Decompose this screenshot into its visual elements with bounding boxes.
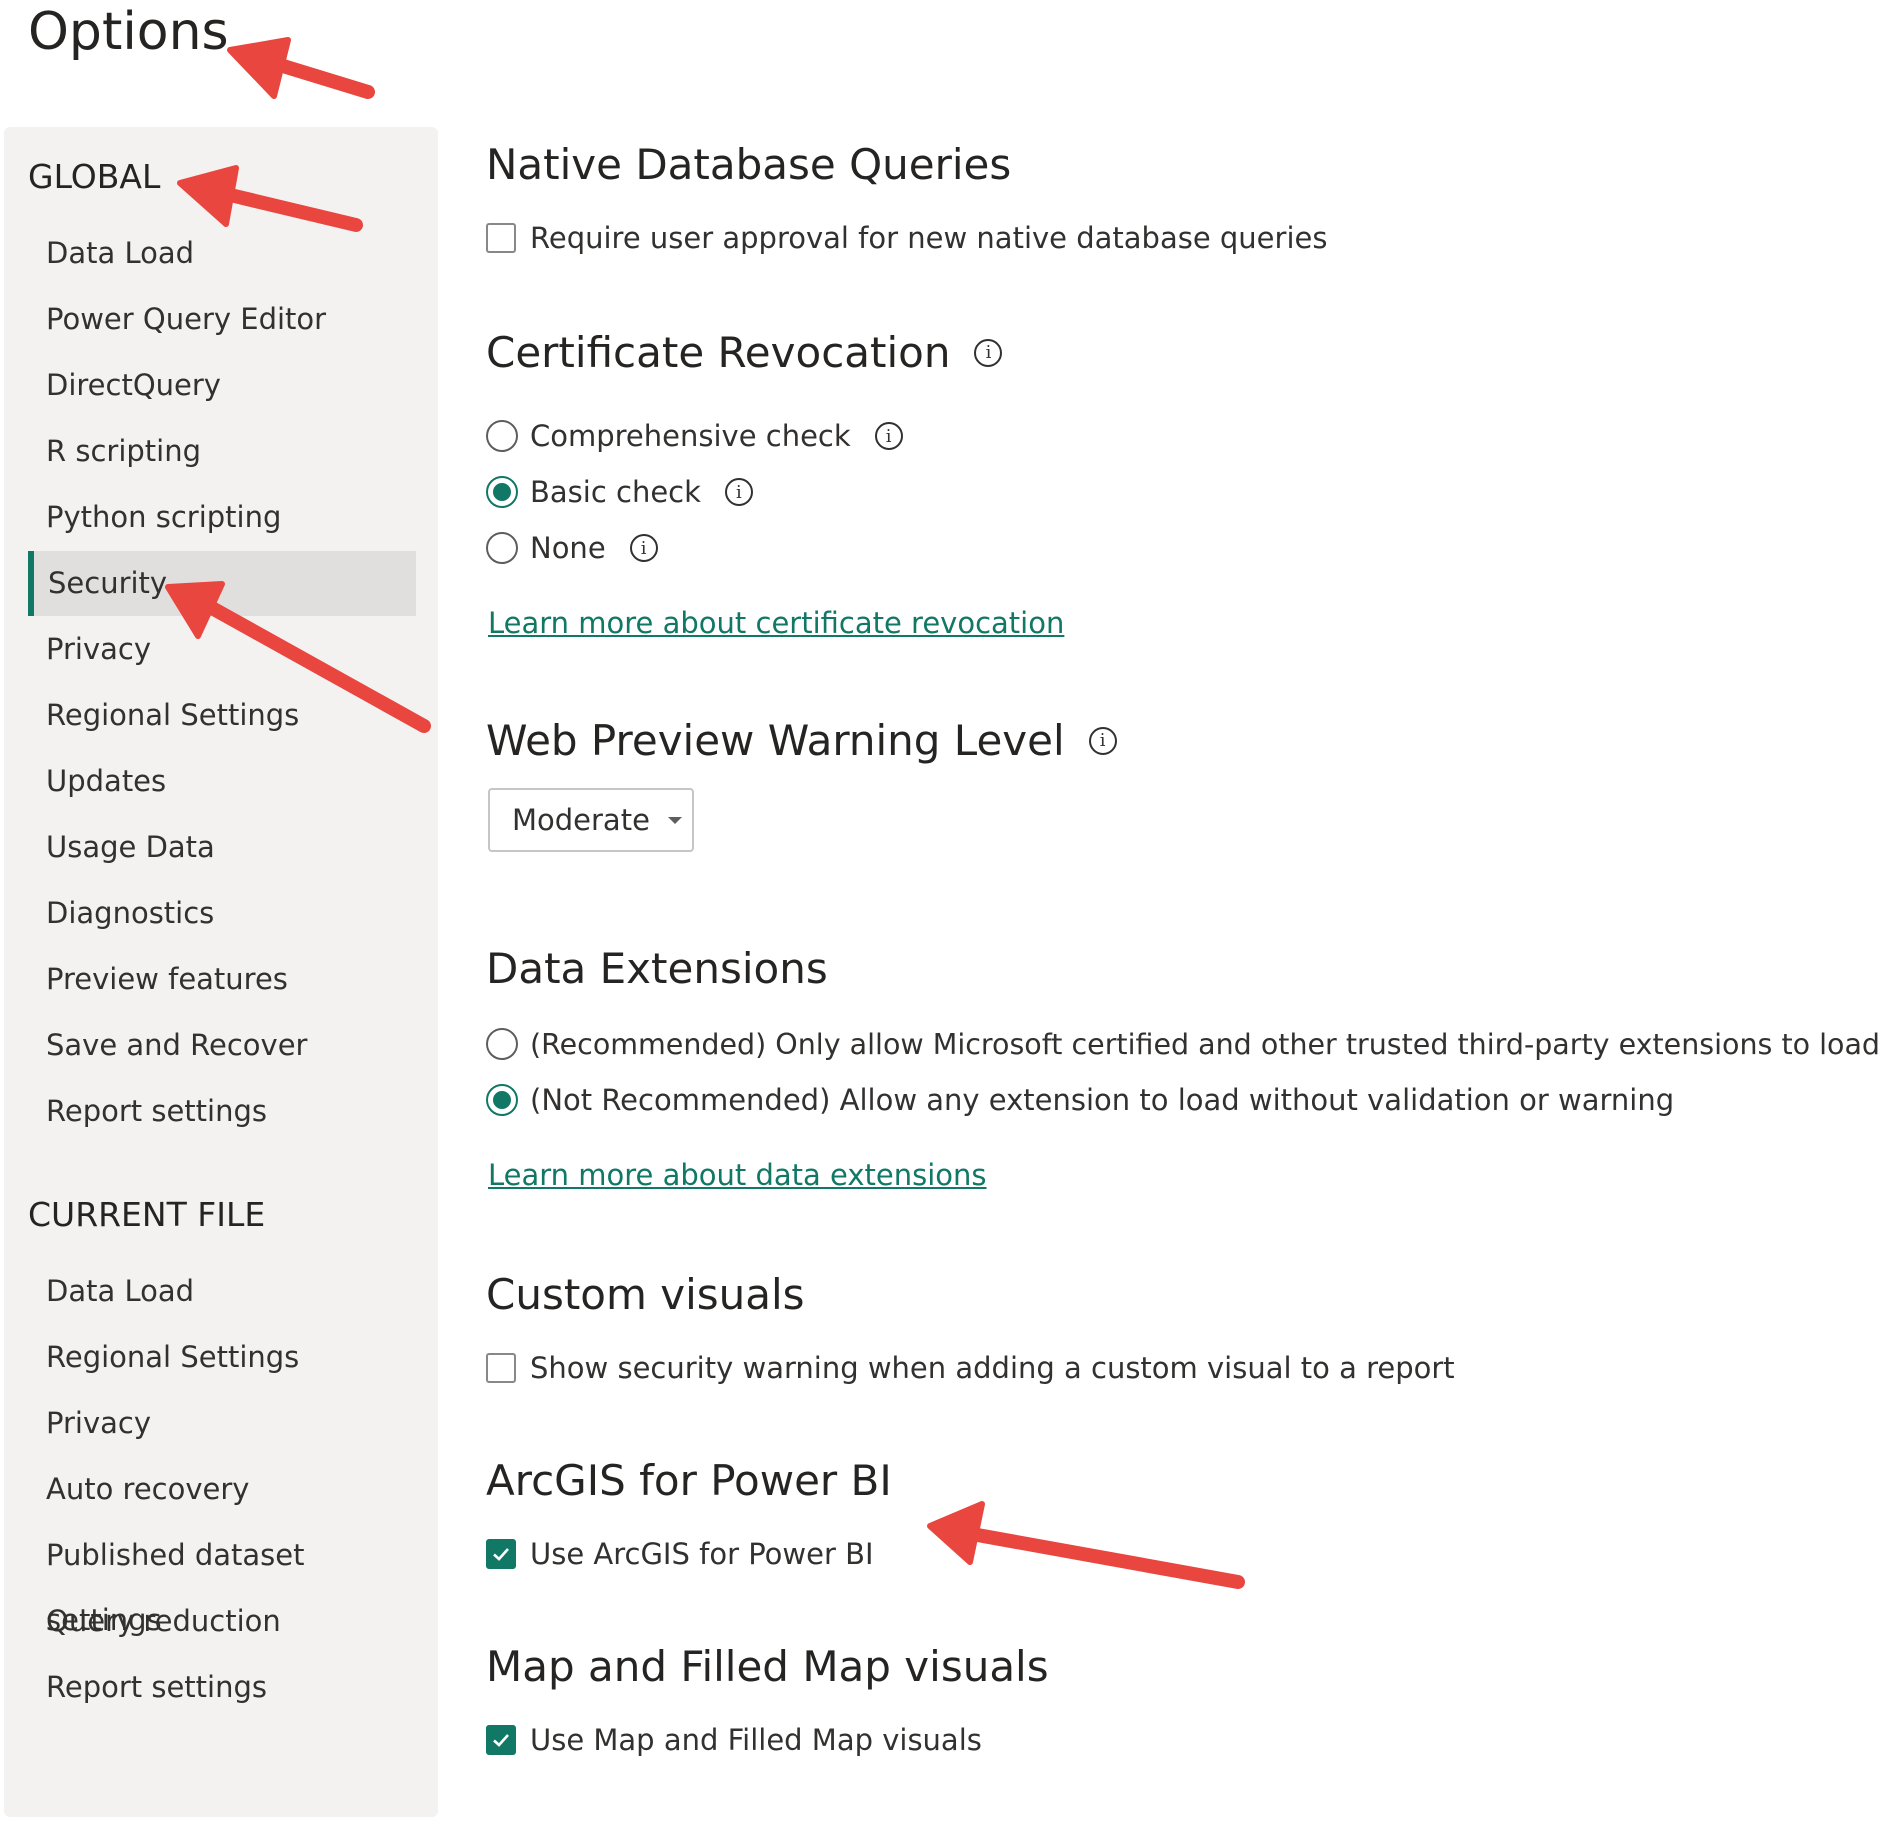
web-preview-warning-dropdown[interactable]: Moderate [488, 788, 694, 852]
section-header-current-file: CURRENT FILE [28, 1195, 266, 1234]
native-db-approval-row[interactable]: Require user approval for new native dat… [486, 218, 1327, 258]
heading-native-database-queries: Native Database Queries [486, 140, 1012, 189]
radio-selected-dot [493, 1091, 511, 1109]
data-ext-option-not-recommended[interactable]: (Not Recommended) Allow any extension to… [486, 1080, 1674, 1120]
sidebar-item-label: Save and Recover [46, 1028, 308, 1062]
info-icon[interactable]: i [974, 338, 1003, 367]
info-icon[interactable]: i [629, 534, 658, 562]
options-sidebar: GLOBAL Data Load Power Query Editor Dire… [4, 127, 438, 1817]
sidebar-item-security[interactable]: Security [28, 551, 416, 616]
sidebar-item-label: Privacy [46, 632, 151, 666]
custom-visuals-warning-row[interactable]: Show security warning when adding a cust… [486, 1348, 1455, 1388]
map-visuals-row[interactable]: Use Map and Filled Map visuals [486, 1720, 982, 1760]
heading-certificate-revocation: Certificate Revocation [486, 328, 951, 377]
sidebar-item-privacy[interactable]: Privacy [28, 617, 416, 682]
arcgis-checkbox[interactable] [486, 1539, 516, 1569]
sidebar-item-label: Regional Settings [46, 698, 300, 732]
annotation-arrow [227, 37, 375, 99]
heading-certificate-revocation-wrap: Certificate Revocation i [486, 328, 1003, 377]
checkmark-icon [493, 1734, 509, 1747]
sidebar-item-file-privacy[interactable]: Privacy [28, 1391, 416, 1456]
cert-option-comprehensive[interactable]: Comprehensive check i [486, 416, 903, 456]
sidebar-item-save-and-recover[interactable]: Save and Recover [28, 1013, 416, 1078]
section-header-global: GLOBAL [28, 157, 161, 196]
chevron-down-icon [667, 816, 682, 824]
heading-custom-visuals: Custom visuals [486, 1270, 805, 1319]
sidebar-item-r-scripting[interactable]: R scripting [28, 419, 416, 484]
custom-visuals-warning-checkbox[interactable] [486, 1353, 516, 1383]
checkmark-icon [493, 1548, 509, 1561]
sidebar-item-file-query-reduction[interactable]: Query reduction [28, 1589, 416, 1654]
sidebar-item-label: Data Load [46, 1274, 195, 1308]
sidebar-item-usage-data[interactable]: Usage Data [28, 815, 416, 880]
page-title: Options [28, 2, 229, 62]
sidebar-item-python-scripting[interactable]: Python scripting [28, 485, 416, 550]
sidebar-item-label: Security [48, 566, 168, 600]
radio-recommended-extensions[interactable] [486, 1028, 518, 1060]
radio-selected-dot [493, 483, 511, 501]
sidebar-item-preview-features[interactable]: Preview features [28, 947, 416, 1012]
custom-visuals-warning-label: Show security warning when adding a cust… [530, 1351, 1455, 1385]
heading-data-extensions: Data Extensions [486, 944, 828, 993]
info-icon[interactable]: i [724, 478, 753, 506]
native-db-approval-label: Require user approval for new native dat… [530, 221, 1328, 255]
sidebar-item-label: DirectQuery [46, 368, 221, 402]
sidebar-item-label: Preview features [46, 962, 288, 996]
sidebar-item-label: Report settings [46, 1670, 267, 1704]
heading-web-preview-warning-level: Web Preview Warning Level [486, 716, 1065, 765]
info-icon[interactable]: i [874, 422, 903, 450]
cert-option-none[interactable]: None i [486, 528, 658, 568]
data-ext-option-label: (Recommended) Only allow Microsoft certi… [530, 1027, 1881, 1061]
sidebar-item-label: Auto recovery [46, 1472, 250, 1506]
arcgis-label: Use ArcGIS for Power BI [530, 1537, 874, 1571]
sidebar-item-updates[interactable]: Updates [28, 749, 416, 814]
cert-option-label: None [530, 531, 606, 565]
sidebar-item-file-published-dataset-settings[interactable]: Published dataset settings [28, 1523, 416, 1637]
cert-option-label: Basic check [530, 475, 701, 509]
sidebar-item-report-settings[interactable]: Report settings [28, 1079, 416, 1144]
sidebar-item-regional-settings[interactable]: Regional Settings [28, 683, 416, 748]
heading-arcgis-for-power-bi: ArcGIS for Power BI [486, 1456, 892, 1505]
heading-map-and-filled-map-visuals: Map and Filled Map visuals [486, 1642, 1049, 1691]
map-visuals-checkbox[interactable] [486, 1725, 516, 1755]
link-learn-more-data-extensions[interactable]: Learn more about data extensions [488, 1158, 987, 1192]
sidebar-item-label: Report settings [46, 1094, 267, 1128]
sidebar-item-label: Usage Data [46, 830, 215, 864]
sidebar-item-diagnostics[interactable]: Diagnostics [28, 881, 416, 946]
sidebar-item-directquery[interactable]: DirectQuery [28, 353, 416, 418]
sidebar-item-data-load[interactable]: Data Load [28, 221, 416, 286]
radio-none[interactable] [486, 532, 518, 564]
dropdown-selected-value: Moderate [512, 803, 650, 837]
sidebar-item-label: Privacy [46, 1406, 151, 1440]
sidebar-item-label: Updates [46, 764, 167, 798]
security-settings-panel: Native Database Queries Require user app… [486, 0, 1880, 1827]
sidebar-item-label: Query reduction [46, 1604, 281, 1638]
radio-basic-check[interactable] [486, 476, 518, 508]
sidebar-item-file-report-settings[interactable]: Report settings [28, 1655, 416, 1720]
cert-option-label: Comprehensive check [530, 419, 851, 453]
info-icon[interactable]: i [1088, 726, 1117, 755]
sidebar-item-power-query-editor[interactable]: Power Query Editor [28, 287, 416, 352]
sidebar-item-file-regional-settings[interactable]: Regional Settings [28, 1325, 416, 1390]
sidebar-item-label: Data Load [46, 236, 195, 270]
sidebar-item-label: Regional Settings [46, 1340, 300, 1374]
heading-web-preview-wrap: Web Preview Warning Level i [486, 716, 1117, 765]
data-ext-option-recommended[interactable]: (Recommended) Only allow Microsoft certi… [486, 1024, 1880, 1064]
radio-not-recommended-extensions[interactable] [486, 1084, 518, 1116]
sidebar-item-label: Diagnostics [46, 896, 215, 930]
link-learn-more-certificate-revocation[interactable]: Learn more about certificate revocation [488, 606, 1064, 640]
sidebar-item-label: R scripting [46, 434, 202, 468]
radio-comprehensive-check[interactable] [486, 420, 518, 452]
sidebar-item-label: Power Query Editor [46, 302, 327, 336]
data-ext-option-label: (Not Recommended) Allow any extension to… [530, 1083, 1675, 1117]
sidebar-item-label: Python scripting [46, 500, 282, 534]
native-db-approval-checkbox[interactable] [486, 223, 516, 253]
arcgis-row[interactable]: Use ArcGIS for Power BI [486, 1534, 874, 1574]
cert-option-basic[interactable]: Basic check i [486, 472, 753, 512]
sidebar-item-file-data-load[interactable]: Data Load [28, 1259, 416, 1324]
map-visuals-label: Use Map and Filled Map visuals [530, 1723, 982, 1757]
sidebar-item-file-auto-recovery[interactable]: Auto recovery [28, 1457, 416, 1522]
